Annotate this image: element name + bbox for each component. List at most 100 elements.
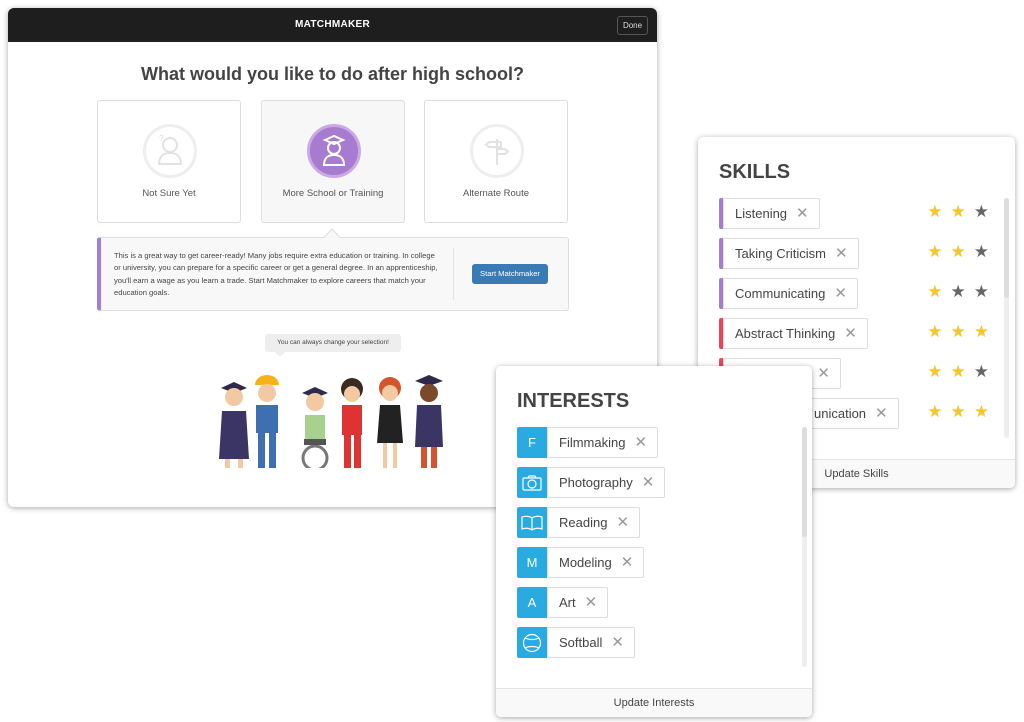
star-icon[interactable]: ★ xyxy=(974,242,989,262)
start-matchmaker-button[interactable]: Start Matchmaker xyxy=(472,264,548,284)
update-interests-button[interactable]: Update Interests xyxy=(496,688,812,717)
option-label: More School or Training xyxy=(282,188,384,199)
interest-item: M Modeling ✕ xyxy=(517,547,645,578)
star-icon[interactable]: ★ xyxy=(951,362,966,382)
star-icon[interactable]: ★ xyxy=(974,402,989,422)
skill-item: Taking Criticism ✕ xyxy=(719,238,859,269)
description-text: This is a great way to get career-ready!… xyxy=(114,251,438,298)
remove-icon[interactable]: ✕ xyxy=(834,286,847,301)
interest-label: Art xyxy=(559,595,576,610)
page-title: What would you like to do after high sch… xyxy=(141,64,524,84)
star-icon[interactable]: ★ xyxy=(951,282,966,302)
interests-panel: INTERESTS F Filmmaking ✕ Photography ✕ Readin… xyxy=(496,366,812,717)
skill-item: Abstract Thinking ✕ xyxy=(719,318,868,349)
star-icon[interactable]: ★ xyxy=(927,402,942,422)
interest-tag: Modeling ✕ xyxy=(547,547,645,578)
star-icon[interactable]: ★ xyxy=(974,282,989,302)
remove-icon[interactable]: ✕ xyxy=(817,366,830,381)
camera-icon xyxy=(517,467,547,498)
skills-scrollbar[interactable] xyxy=(1004,198,1009,438)
svg-text:?: ? xyxy=(159,134,164,143)
interests-scrollbar[interactable] xyxy=(802,427,807,667)
option-not-sure-yet[interactable]: ? Not Sure Yet xyxy=(97,100,241,223)
interest-tag: Art ✕ xyxy=(547,587,609,618)
skill-item: Communicating ✕ xyxy=(719,278,858,309)
letter-icon: F xyxy=(517,427,547,458)
student-figure xyxy=(377,377,403,468)
interest-item: Photography ✕ xyxy=(517,467,666,498)
star-icon[interactable]: ★ xyxy=(974,202,989,222)
interest-tag: Filmmaking ✕ xyxy=(547,427,659,458)
skill-tag: Communicating ✕ xyxy=(723,278,858,309)
interest-item: Reading ✕ xyxy=(517,507,641,538)
option-alternate-route[interactable]: Alternate Route xyxy=(424,100,568,223)
skill-label: unication xyxy=(814,406,867,421)
students-illustration xyxy=(219,375,443,468)
skill-label: Communicating xyxy=(735,286,826,301)
interest-tag: Reading ✕ xyxy=(547,507,641,538)
remove-icon[interactable]: ✕ xyxy=(585,595,598,610)
remove-icon[interactable]: ✕ xyxy=(796,206,809,221)
signpost-icon xyxy=(470,124,524,178)
skill-rating[interactable]: ★ ★ ★ xyxy=(927,322,989,342)
skill-rating[interactable]: ★ ★ ★ xyxy=(927,362,989,382)
star-icon[interactable]: ★ xyxy=(951,402,966,422)
done-button[interactable]: Done xyxy=(617,16,648,35)
interest-label: Reading xyxy=(559,515,608,530)
interest-label: Filmmaking xyxy=(559,435,626,450)
letter-icon: M xyxy=(517,547,547,578)
skill-rating[interactable]: ★ ★ ★ xyxy=(927,202,989,222)
star-icon[interactable]: ★ xyxy=(951,322,966,342)
student-figure xyxy=(255,375,279,468)
remove-icon[interactable]: ✕ xyxy=(621,555,634,570)
interest-label: Softball xyxy=(559,635,603,650)
remove-icon[interactable]: ✕ xyxy=(835,246,848,261)
remove-icon[interactable]: ✕ xyxy=(634,435,647,450)
skill-rating[interactable]: ★ ★ ★ xyxy=(927,282,989,302)
interest-label: Modeling xyxy=(559,555,612,570)
star-icon[interactable]: ★ xyxy=(951,242,966,262)
skills-title: SKILLS xyxy=(719,161,791,183)
student-figure xyxy=(415,375,443,468)
skill-rating[interactable]: ★ ★ ★ xyxy=(927,242,989,262)
option-label: Alternate Route xyxy=(462,188,529,199)
book-icon xyxy=(517,507,547,538)
star-icon[interactable]: ★ xyxy=(927,362,942,382)
interest-letter: A xyxy=(527,595,537,610)
skill-item: Listening ✕ xyxy=(719,198,820,229)
remove-icon[interactable]: ✕ xyxy=(844,326,857,341)
interest-item: F Filmmaking ✕ xyxy=(517,427,659,458)
remove-icon[interactable]: ✕ xyxy=(642,475,655,490)
option-more-school[interactable]: More School or Training xyxy=(261,100,405,223)
softball-icon xyxy=(517,627,547,658)
star-icon[interactable]: ★ xyxy=(927,322,942,342)
divider xyxy=(453,248,454,300)
skill-rating[interactable]: ★ ★ ★ xyxy=(927,402,989,422)
star-icon[interactable]: ★ xyxy=(951,202,966,222)
skill-label: Abstract Thinking xyxy=(735,326,836,341)
header-bar: MATCHMAKER Done xyxy=(8,8,657,42)
interest-letter: M xyxy=(526,555,538,570)
interest-letter: F xyxy=(528,435,536,450)
star-icon[interactable]: ★ xyxy=(927,242,942,262)
remove-icon[interactable]: ✕ xyxy=(875,406,888,421)
graduate-icon xyxy=(307,124,361,178)
student-figure xyxy=(341,378,363,468)
star-icon[interactable]: ★ xyxy=(974,362,989,382)
remove-icon[interactable]: ✕ xyxy=(611,635,624,650)
skill-label: Taking Criticism xyxy=(735,246,827,261)
option-description: This is a great way to get career-ready!… xyxy=(97,237,569,311)
skill-label: Listening xyxy=(735,206,788,221)
remove-icon[interactable]: ✕ xyxy=(616,515,629,530)
star-icon[interactable]: ★ xyxy=(927,282,942,302)
skill-tag: Taking Criticism ✕ xyxy=(723,238,859,269)
interest-item: Softball ✕ xyxy=(517,627,635,658)
star-icon[interactable]: ★ xyxy=(974,322,989,342)
interest-label: Photography xyxy=(559,475,633,490)
skill-tag: Abstract Thinking ✕ xyxy=(723,318,868,349)
star-icon[interactable]: ★ xyxy=(927,202,942,222)
option-label: Not Sure Yet xyxy=(142,188,196,199)
window-title: MATCHMAKER xyxy=(294,19,371,30)
speech-bubble: You can always change your selection! xyxy=(265,334,401,357)
student-figure xyxy=(301,387,329,468)
